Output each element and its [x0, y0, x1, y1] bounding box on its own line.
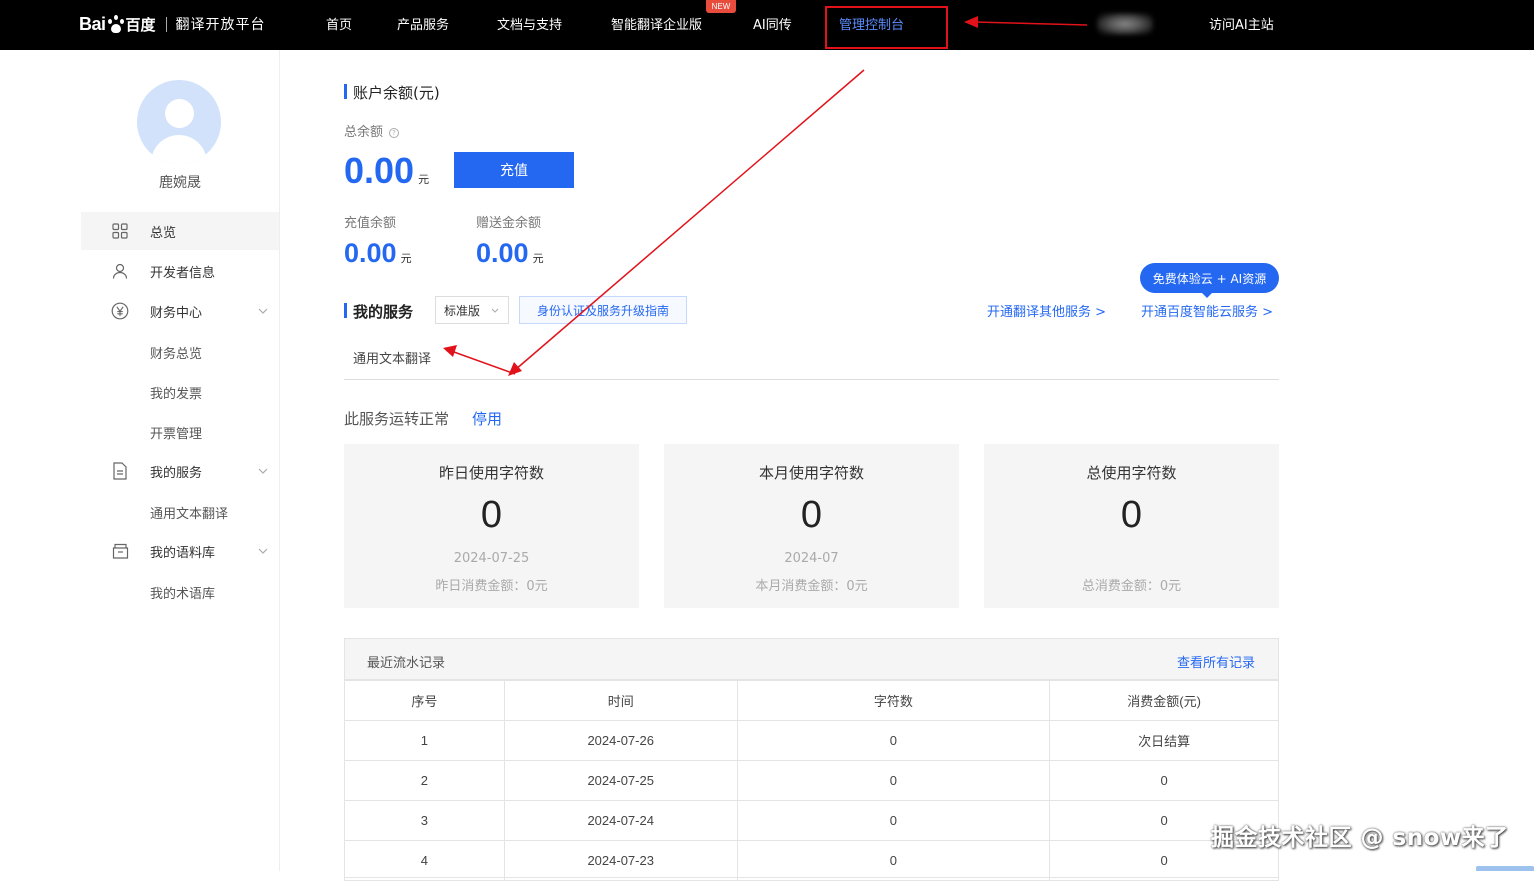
tab-text-translation[interactable]: 通用文本翻译: [353, 348, 431, 367]
chevron-down-icon: [258, 546, 268, 557]
table-row: 1 2024-07-26 0 次日结算: [344, 720, 1279, 761]
stop-service-link[interactable]: 停用: [472, 408, 502, 429]
sidebar-item-corpus[interactable]: 我的语料库: [81, 532, 279, 570]
sidebar: 鹿婉晟 总览 开发者信息 财务中心 财务总览 我的发票 开票管理 我的服务 通用…: [0, 50, 280, 871]
records-table: 序号 时间 字符数 消费金额(元) 1 2024-07-26 0 次日结算 2 …: [344, 680, 1279, 881]
yen-icon: [111, 302, 129, 320]
sidebar-item-finance[interactable]: 财务中心: [81, 292, 279, 330]
gift-balance-value: 0.00 元: [476, 238, 544, 268]
balance-title: 账户余额(元): [344, 82, 440, 103]
stat-card-yesterday: 昨日使用字符数 0 2024-07-25 昨日消费金额：0元: [344, 444, 639, 608]
baidu-logo[interactable]: Bai 百度 翻译开放平台: [79, 13, 266, 35]
grid-icon: [111, 222, 129, 240]
watermark: 掘金技术社区 @ snow来了: [1211, 825, 1509, 851]
recharge-balance-label: 充值余额: [344, 216, 397, 231]
user-avatar-blurred[interactable]: [1097, 13, 1153, 35]
table-row: 4 2024-07-23 0 0: [344, 840, 1279, 881]
platform-name: 翻译开放平台: [175, 17, 266, 33]
stat-card-total: 总使用字符数 0 总消费金额：0元: [984, 444, 1279, 608]
sidebar-sub-terminology[interactable]: 我的术语库: [150, 583, 215, 602]
view-all-records-link[interactable]: 查看所有记录: [1177, 652, 1255, 671]
nav-docs[interactable]: 文档与支持: [497, 14, 562, 33]
avatar: [137, 80, 221, 164]
nav-enterprise[interactable]: 智能翻译企业版: [611, 14, 702, 33]
edition-select[interactable]: 标准版: [435, 296, 509, 324]
chevron-down-icon: [258, 466, 268, 477]
recharge-button[interactable]: 充值: [454, 152, 574, 188]
stat-card-month: 本月使用字符数 0 2024-07 本月消费金额：0元: [664, 444, 959, 608]
table-row: 3 2024-07-24 0 0: [344, 800, 1279, 841]
recharge-balance-value: 0.00 元: [344, 238, 412, 268]
free-trial-badge[interactable]: 免费体验云 + AI资源: [1140, 263, 1279, 298]
sidebar-sub-invoice[interactable]: 我的发票: [150, 383, 202, 402]
paw-icon: [107, 15, 125, 33]
nav-ai-interpret[interactable]: AI同传: [753, 14, 792, 33]
annotation-highlight-box: [825, 6, 948, 49]
total-balance-label: 总余额?: [344, 121, 400, 140]
username: 鹿婉晟: [159, 175, 201, 191]
table-header-row: 序号 时间 字符数 消费金额(元): [344, 680, 1279, 721]
service-status: 此服务运转正常: [344, 410, 450, 428]
table-row: 2 2024-07-25 0 0: [344, 760, 1279, 801]
services-title: 我的服务: [344, 301, 413, 322]
top-nav-bar: Bai 百度 翻译开放平台 首页 产品服务 文档与支持 智能翻译企业版 NEW …: [0, 0, 1534, 50]
nav-visit-ai[interactable]: 访问AI主站: [1209, 14, 1274, 33]
nav-products[interactable]: 产品服务: [397, 14, 449, 33]
help-icon[interactable]: ?: [389, 127, 400, 138]
upgrade-guide-link[interactable]: 身份认证及服务升级指南: [519, 296, 687, 324]
open-cloud-services-link[interactable]: 开通百度智能云服务 >: [1141, 301, 1273, 320]
records-title: 最近流水记录: [367, 656, 446, 671]
sidebar-sub-invoice-manage[interactable]: 开票管理: [150, 423, 202, 442]
new-badge: NEW: [706, 0, 736, 13]
gift-balance-label: 赠送金余额: [476, 216, 542, 231]
chevron-down-icon: [491, 306, 499, 315]
sidebar-item-services[interactable]: 我的服务: [81, 452, 279, 490]
scroll-to-top-tab[interactable]: [1476, 866, 1534, 871]
document-icon: [111, 462, 129, 480]
box-icon: [111, 542, 129, 560]
sidebar-item-overview[interactable]: 总览: [81, 212, 279, 250]
chevron-down-icon: [258, 306, 268, 317]
total-balance-value: 0.00 元: [344, 150, 430, 191]
open-other-services-link[interactable]: 开通翻译其他服务 >: [987, 301, 1106, 320]
nav-home[interactable]: 首页: [326, 14, 352, 33]
sidebar-sub-finance-overview[interactable]: 财务总览: [150, 343, 202, 362]
user-icon: [111, 262, 129, 280]
recent-records-panel: 最近流水记录 查看所有记录 序号 时间 字符数 消费金额(元) 1 2024-0…: [344, 638, 1279, 881]
sidebar-item-developer[interactable]: 开发者信息: [81, 252, 279, 290]
sidebar-sub-text-translation[interactable]: 通用文本翻译: [150, 503, 228, 522]
